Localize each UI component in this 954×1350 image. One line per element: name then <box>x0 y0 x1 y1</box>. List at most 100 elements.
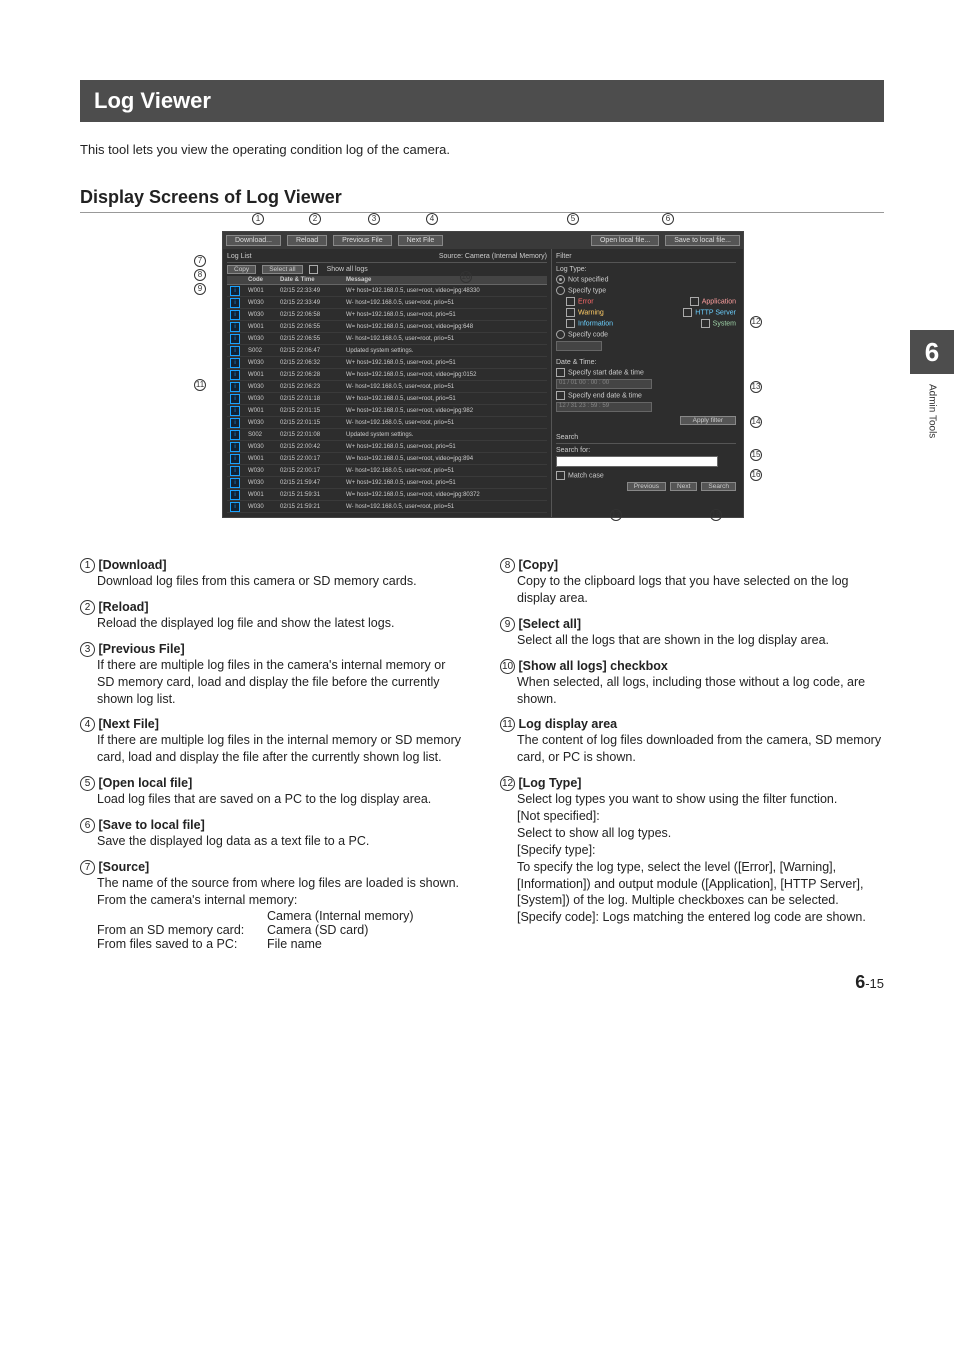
warning-label: Warning <box>578 309 604 316</box>
desc-num-4: 4 <box>80 717 95 732</box>
callout-2: 2 <box>309 213 321 225</box>
desc-title-5: [Open local file] <box>98 776 192 790</box>
end-datetime-label: Specify end date & time <box>568 392 642 399</box>
application-checkbox[interactable] <box>690 297 699 306</box>
callout-18: 18 <box>710 509 722 521</box>
info-icon: i <box>230 298 240 308</box>
table-row[interactable]: iW00102/15 22:01:15W= host=192.168.0.5, … <box>227 405 547 417</box>
desc-title-6: [Save to local file] <box>98 818 204 832</box>
desc-body-1: Download log files from this camera or S… <box>97 573 464 590</box>
httpserver-label: HTTP Server <box>695 309 736 316</box>
table-row[interactable]: iW03002/15 22:01:18W+ host=192.168.0.5, … <box>227 393 547 405</box>
table-row[interactable]: iW03002/15 21:59:47W+ host=192.168.0.5, … <box>227 477 547 489</box>
specify-type-label: Specify type <box>568 287 606 294</box>
select-all-button[interactable]: Select all <box>262 265 302 274</box>
table-row[interactable]: iW00102/15 21:59:31W= host=192.168.0.5, … <box>227 489 547 501</box>
download-button[interactable]: Download... <box>226 235 281 246</box>
warning-checkbox[interactable] <box>566 308 575 317</box>
radio-specify-type[interactable] <box>556 286 565 295</box>
desc-num-7: 7 <box>80 860 95 875</box>
desc-num-5: 5 <box>80 776 95 791</box>
table-row[interactable]: iW00102/15 22:33:49W+ host=192.168.0.5, … <box>227 285 547 297</box>
info-icon: i <box>230 454 240 464</box>
desc-title-12: [Log Type] <box>518 776 581 790</box>
search-next-button[interactable]: Next <box>670 482 697 491</box>
search-previous-button[interactable]: Previous <box>627 482 666 491</box>
log-type-label: Log Type: <box>556 265 736 274</box>
apply-filter-button[interactable]: Apply filter <box>680 416 736 425</box>
page-footer: 6-15 <box>855 972 884 993</box>
table-row[interactable]: iW03002/15 22:33:49W- host=192.168.0.5, … <box>227 297 547 309</box>
table-row[interactable]: iW03002/15 21:59:21W- host=192.168.0.5, … <box>227 501 547 513</box>
desc-body-12-4: To specify the log type, select the leve… <box>517 859 884 910</box>
desc-body-12-3: [Specify type]: <box>517 842 884 859</box>
start-datetime-input[interactable]: 01 / 01 00 : 00 : 00 <box>556 379 652 389</box>
desc-title-8: [Copy] <box>518 558 558 572</box>
info-icon: i <box>230 466 240 476</box>
table-row[interactable]: iW03002/15 22:00:42W+ host=192.168.0.5, … <box>227 441 547 453</box>
error-checkbox[interactable] <box>566 297 575 306</box>
desc-body-12-0: Select log types you want to show using … <box>517 791 884 808</box>
table-row[interactable]: iS00202/15 22:06:47Updated system settin… <box>227 345 547 357</box>
open-local-file-button[interactable]: Open local file... <box>591 235 659 246</box>
system-checkbox[interactable] <box>701 319 710 328</box>
info-icon: i <box>230 358 240 368</box>
desc-row-7-0v: Camera (Internal memory) <box>267 909 464 923</box>
specify-code-input[interactable] <box>556 341 602 351</box>
desc-title-7: [Source] <box>98 860 149 874</box>
table-row[interactable]: iW03002/15 22:06:55W- host=192.168.0.5, … <box>227 333 547 345</box>
search-input[interactable] <box>556 456 718 467</box>
desc-num-1: 1 <box>80 558 95 573</box>
table-row[interactable]: iW03002/15 22:01:15W- host=192.168.0.5, … <box>227 417 547 429</box>
information-checkbox[interactable] <box>566 319 575 328</box>
previous-file-button[interactable]: Previous File <box>333 235 391 246</box>
desc-num-11: 11 <box>500 717 515 732</box>
copy-button[interactable]: Copy <box>227 265 256 274</box>
info-icon: i <box>230 478 240 488</box>
table-row[interactable]: iW03002/15 22:06:23W- host=192.168.0.5, … <box>227 381 547 393</box>
info-icon: i <box>230 442 240 452</box>
search-button[interactable]: Search <box>701 482 736 491</box>
table-row[interactable]: iW00102/15 22:06:28W= host=192.168.0.5, … <box>227 369 547 381</box>
desc-title-10: [Show all logs] checkbox <box>518 659 667 673</box>
table-row[interactable]: iW00102/15 22:00:17W= host=192.168.0.5, … <box>227 453 547 465</box>
reload-button[interactable]: Reload <box>287 235 327 246</box>
desc-body-9: Select all the logs that are shown in th… <box>517 632 884 649</box>
search-title: Search <box>556 434 736 444</box>
table-row[interactable]: iW03002/15 22:00:17W- host=192.168.0.5, … <box>227 465 547 477</box>
desc-row-7-2k: From files saved to a PC: <box>97 937 267 951</box>
table-row[interactable]: iW03002/15 22:06:58W+ host=192.168.0.5, … <box>227 309 547 321</box>
desc-title-3: [Previous File] <box>98 642 184 656</box>
radio-not-specified[interactable] <box>556 275 565 284</box>
table-row[interactable]: iS00202/15 22:01:08Updated system settin… <box>227 429 547 441</box>
footer-chapter: 6 <box>855 972 865 992</box>
save-to-local-file-button[interactable]: Save to local file... <box>665 235 740 246</box>
callout-14: 14 <box>750 416 762 428</box>
info-icon: i <box>230 382 240 392</box>
callout-6: 6 <box>662 213 674 225</box>
info-icon: i <box>230 346 240 356</box>
desc-num-3: 3 <box>80 642 95 657</box>
screenshot-figure: 1 2 3 4 5 6 7 8 9 11 12 13 14 15 16 17 1… <box>212 231 752 518</box>
desc-body-12-1: [Not specified]: <box>517 808 884 825</box>
desc-row-7-1v: Camera (SD card) <box>267 923 464 937</box>
radio-specify-code[interactable] <box>556 330 565 339</box>
desc-body-4: If there are multiple log files in the i… <box>97 732 464 766</box>
system-label: System <box>713 320 736 327</box>
callout-8: 8 <box>194 269 206 281</box>
end-datetime-checkbox[interactable] <box>556 391 565 400</box>
next-file-button[interactable]: Next File <box>398 235 444 246</box>
show-all-logs-checkbox[interactable] <box>309 265 318 274</box>
error-label: Error <box>578 298 594 305</box>
desc-body-3: If there are multiple log files in the c… <box>97 657 464 708</box>
httpserver-checkbox[interactable] <box>683 308 692 317</box>
end-datetime-input[interactable]: 12 / 31 23 : 59 : 59 <box>556 402 652 412</box>
page-title: Log Viewer <box>80 80 884 122</box>
table-row[interactable]: iW03002/15 22:06:32W+ host=192.168.0.5, … <box>227 357 547 369</box>
start-datetime-checkbox[interactable] <box>556 368 565 377</box>
info-icon: i <box>230 406 240 416</box>
match-case-checkbox[interactable] <box>556 471 565 480</box>
table-row[interactable]: iW00102/15 22:06:55W= host=192.168.0.5, … <box>227 321 547 333</box>
desc-row-7-1k: From an SD memory card: <box>97 923 267 937</box>
col-message: Message <box>343 276 547 285</box>
